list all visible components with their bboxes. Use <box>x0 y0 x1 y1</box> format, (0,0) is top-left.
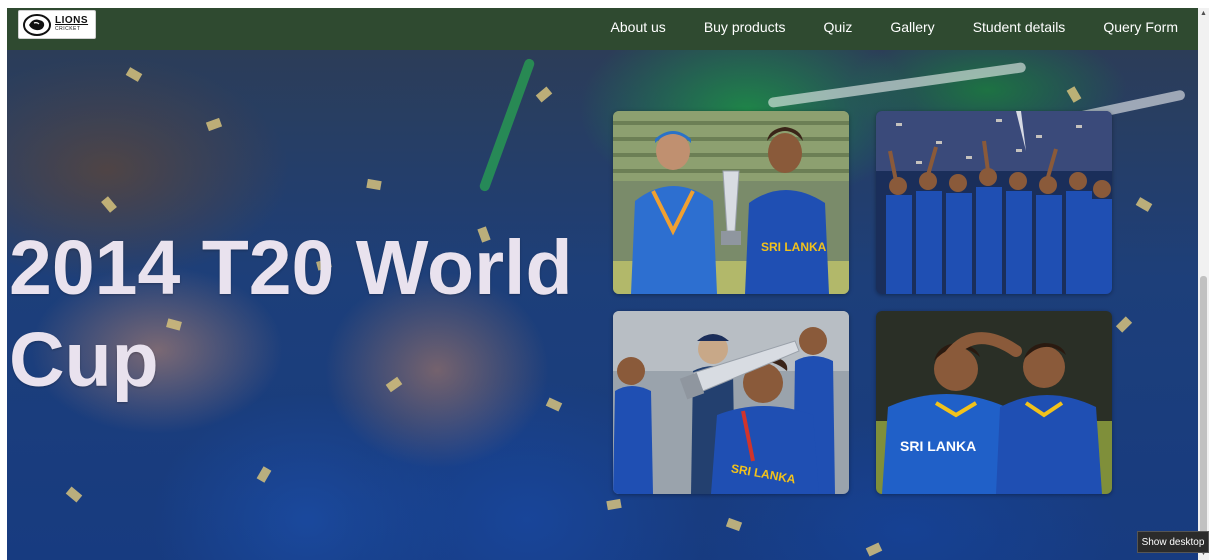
logo-wordmark: LIONS CRICKET <box>55 14 89 34</box>
nav-menu: About us Buy products Quiz Gallery Stude… <box>592 8 1198 50</box>
gallery-photo-team-celebration[interactable] <box>876 111 1112 294</box>
shirt-text: SRI LANKA <box>761 240 827 254</box>
confetti <box>725 517 743 532</box>
top-navbar: LIONS CRICKET About us Buy products Quiz… <box>7 8 1198 50</box>
logo-title: LIONS <box>55 14 89 26</box>
shirt-text: SRI LANKA <box>900 438 976 454</box>
nav-link-quiz[interactable]: Quiz <box>805 8 872 50</box>
confetti <box>65 486 83 503</box>
decor-stripe <box>478 57 536 193</box>
nav-link-gallery[interactable]: Gallery <box>871 8 953 50</box>
confetti <box>1066 86 1082 103</box>
scrollbar-thumb[interactable] <box>1200 276 1207 546</box>
site-logo[interactable]: LIONS CRICKET <box>18 10 96 39</box>
decor-stripe <box>767 61 1027 109</box>
nav-link-query-form[interactable]: Query Form <box>1084 8 1198 50</box>
confetti <box>125 67 143 82</box>
nav-link-buy-products[interactable]: Buy products <box>685 8 805 50</box>
hero-title: 2014 T20 World Cup <box>9 225 573 403</box>
confetti <box>205 117 223 132</box>
gallery-photo-players-embrace[interactable]: SRI LANKA <box>876 311 1112 494</box>
lion-shield-icon <box>23 13 51 37</box>
confetti <box>865 542 883 557</box>
confetti <box>101 196 117 213</box>
scroll-up-icon[interactable]: ▲ <box>1200 10 1207 18</box>
gallery-photo-trophy-captains[interactable]: SRI LANKA <box>613 111 849 294</box>
confetti <box>535 86 553 103</box>
confetti <box>606 498 622 511</box>
nav-link-student-details[interactable]: Student details <box>954 8 1085 50</box>
confetti <box>1135 197 1153 212</box>
logo-subtitle: CRICKET <box>55 25 81 32</box>
confetti <box>256 466 272 483</box>
page-scrollbar[interactable]: ▲ ▼ <box>1198 8 1209 560</box>
gallery-photo-trophy-kiss[interactable]: SRI LANKA <box>613 311 849 494</box>
nav-link-about-us[interactable]: About us <box>592 8 685 50</box>
show-desktop-tooltip: Show desktop <box>1137 531 1209 553</box>
confetti <box>366 178 382 191</box>
confetti <box>1115 316 1133 333</box>
browser-viewport: LIONS CRICKET About us Buy products Quiz… <box>7 8 1198 560</box>
